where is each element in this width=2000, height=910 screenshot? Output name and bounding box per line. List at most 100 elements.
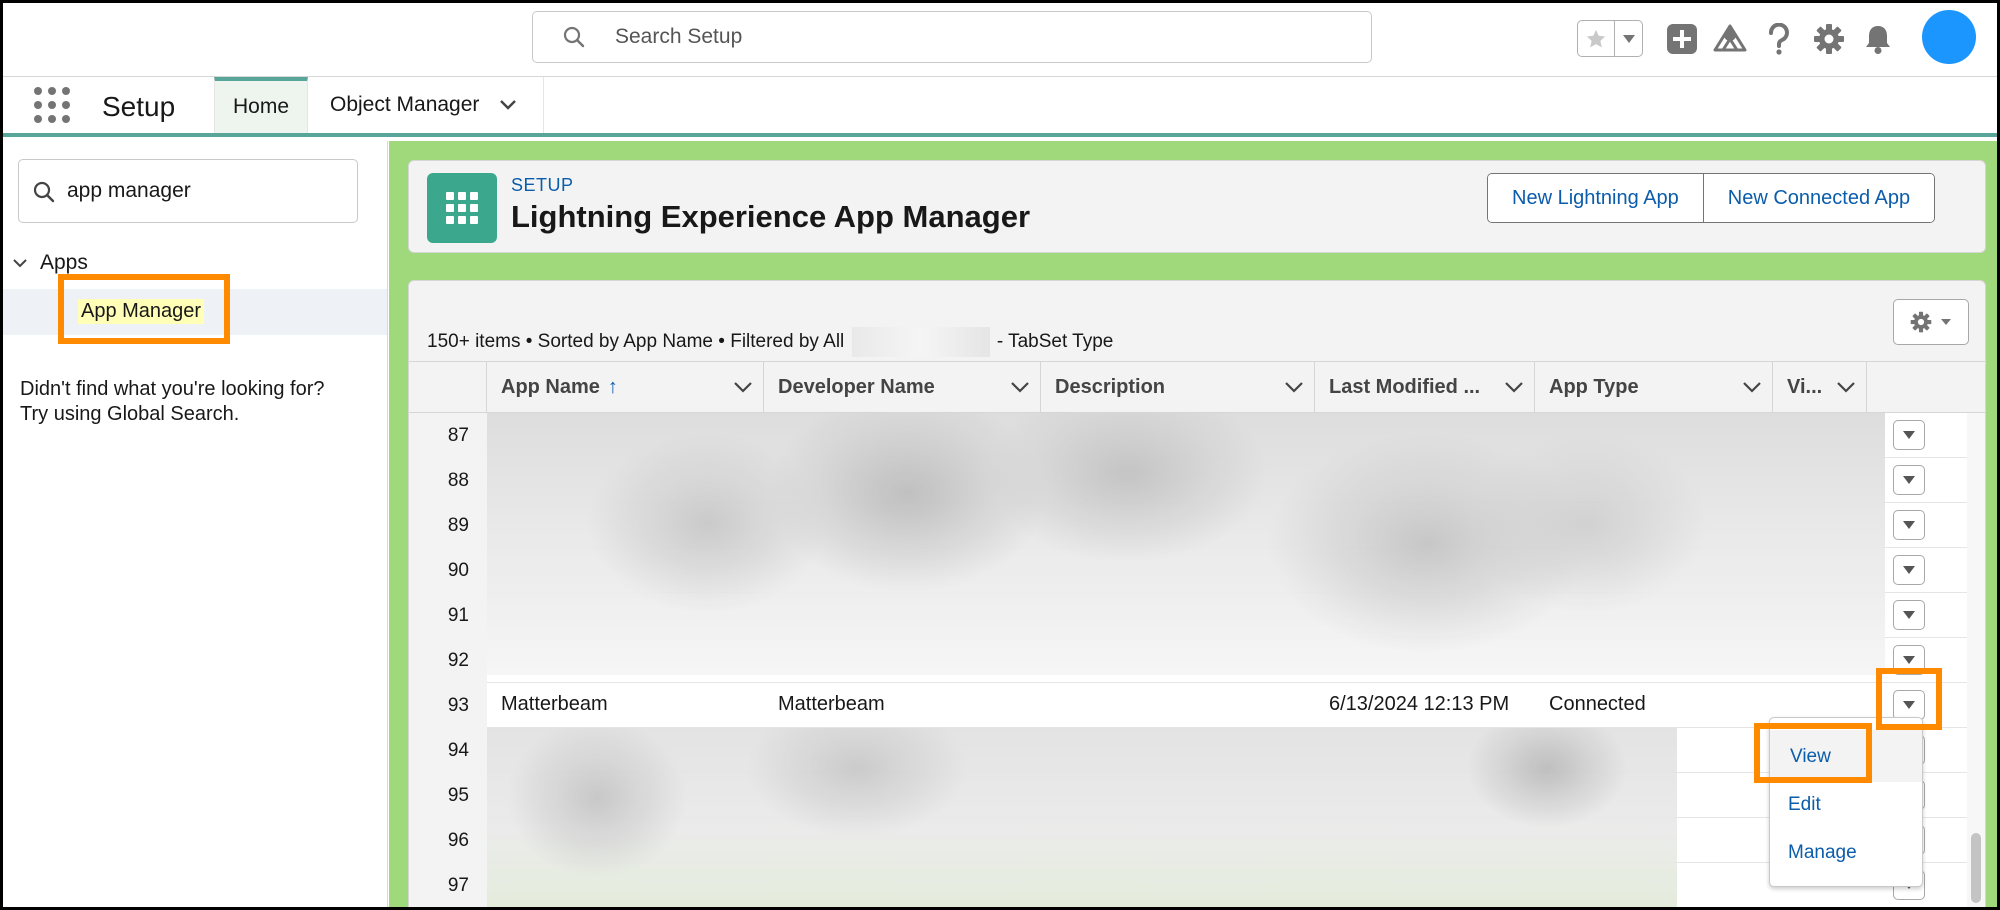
row-number: 96	[409, 818, 487, 863]
search-icon	[33, 181, 55, 208]
chevron-down-icon[interactable]	[1284, 377, 1304, 400]
chevron-down-icon[interactable]	[1504, 377, 1524, 400]
column-header-visible[interactable]: Vi...	[1773, 362, 1867, 412]
page-header-actions: New Lightning App New Connected App	[1487, 173, 1936, 223]
help-button[interactable]	[1760, 20, 1798, 58]
menu-item-edit[interactable]: Edit	[1788, 794, 1821, 816]
table-body: 87 88 89 90 91 92 93 Matterbeam Matterbe…	[409, 413, 1985, 909]
column-header-row-number	[409, 362, 487, 412]
favorites-dropdown-button[interactable]	[1615, 21, 1642, 56]
sidebar-help-text: Didn't find what you're looking for? Try…	[20, 377, 380, 427]
setup-sidebar: Apps App Manager Didn't find what you're…	[0, 141, 388, 910]
column-header-app-name[interactable]: App Name ↑	[487, 362, 764, 412]
chevron-down-icon[interactable]	[733, 377, 753, 400]
page-eyebrow: SETUP	[511, 175, 574, 195]
tab-home[interactable]: Home	[214, 77, 308, 133]
caret-down-icon	[1903, 431, 1915, 439]
cell-last-modified: 6/13/2024 12:13 PM	[1329, 693, 1510, 715]
column-label: Vi...	[1787, 375, 1823, 398]
row-actions-button[interactable]	[1893, 420, 1925, 450]
app-manager-icon	[427, 173, 497, 243]
gear-icon	[1814, 24, 1844, 54]
page-title: Lightning Experience App Manager	[511, 199, 1031, 234]
caret-down-icon	[1903, 566, 1915, 574]
new-connected-app-button[interactable]: New Connected App	[1702, 174, 1935, 222]
list-info-suffix: - TabSet Type	[996, 331, 1114, 353]
row-actions-button[interactable]	[1893, 465, 1925, 495]
global-header	[0, 0, 2000, 77]
caret-down-icon	[1903, 611, 1915, 619]
gear-icon	[1910, 311, 1932, 333]
quick-find-input[interactable]	[67, 174, 337, 208]
global-search-input[interactable]	[615, 18, 1315, 56]
setup-gear-button[interactable]	[1810, 20, 1848, 58]
user-avatar[interactable]	[1922, 10, 1976, 64]
caret-down-icon	[1941, 319, 1951, 325]
row-number: 89	[409, 503, 487, 548]
favorites-star-button[interactable]	[1578, 21, 1615, 56]
cell-developer-name: Matterbeam	[778, 693, 885, 715]
row-number: 87	[409, 413, 487, 458]
trailhead-icon	[1713, 24, 1747, 52]
caret-down-icon	[1622, 34, 1635, 43]
tree-group-apps[interactable]: Apps	[12, 251, 88, 275]
chevron-down-icon[interactable]	[1010, 377, 1030, 400]
column-label: App Type	[1549, 375, 1639, 398]
row-number: 90	[409, 548, 487, 593]
table-header: App Name ↑ Developer Name Description La…	[409, 361, 1985, 413]
notifications-button[interactable]	[1859, 20, 1897, 58]
row-actions-button[interactable]	[1893, 600, 1925, 630]
caret-down-icon	[1903, 656, 1915, 664]
row-actions-button[interactable]	[1893, 555, 1925, 585]
redacted-rows-blur	[487, 728, 1677, 908]
app-list-card: 150+ items • Sorted by App Name • Filter…	[408, 280, 1986, 910]
context-bar: Setup Home Object Manager	[0, 77, 2000, 137]
annotation-highlight-app-manager	[58, 274, 230, 344]
chevron-down-icon[interactable]	[1836, 377, 1856, 400]
row-actions-button[interactable]	[1893, 510, 1925, 540]
row-number: 92	[409, 638, 487, 683]
tree-group-label: Apps	[40, 251, 88, 274]
list-info: 150+ items • Sorted by App Name • Filter…	[427, 327, 1113, 357]
table-scrollbar[interactable]	[1967, 413, 1985, 909]
caret-down-icon	[1903, 521, 1915, 529]
trailhead-guidance-button[interactable]	[1711, 20, 1749, 58]
scrollbar-thumb[interactable]	[1971, 833, 1981, 903]
table-row-matterbeam: 93 Matterbeam Matterbeam 6/13/2024 12:13…	[409, 683, 1969, 728]
tab-object-manager-label: Object Manager	[330, 93, 480, 116]
cell-app-name: Matterbeam	[501, 693, 608, 715]
column-header-developer-name[interactable]: Developer Name	[764, 362, 1041, 412]
global-actions-button[interactable]	[1663, 20, 1701, 58]
global-search-box[interactable]	[532, 11, 1372, 63]
chevron-down-icon	[13, 259, 27, 268]
column-header-description[interactable]: Description	[1041, 362, 1315, 412]
menu-item-manage[interactable]: Manage	[1788, 842, 1857, 864]
annotation-highlight-row-button	[1876, 668, 1942, 730]
redacted-rows-blur	[487, 413, 1885, 675]
app-launcher-waffle-icon[interactable]	[34, 87, 70, 123]
new-lightning-app-button[interactable]: New Lightning App	[1488, 174, 1703, 222]
bell-icon	[1866, 26, 1890, 54]
help-line-1: Didn't find what you're looking for?	[20, 378, 325, 400]
column-header-last-modified[interactable]: Last Modified ...	[1315, 362, 1535, 412]
row-number: 91	[409, 593, 487, 638]
list-settings-button[interactable]	[1893, 299, 1969, 345]
row-number: 97	[409, 863, 487, 908]
redacted-filter	[851, 327, 990, 357]
help-line-2: Try using Global Search.	[20, 403, 240, 425]
column-header-app-type[interactable]: App Type	[1535, 362, 1773, 412]
plus-icon	[1667, 24, 1697, 54]
tab-object-manager[interactable]: Object Manager	[308, 77, 544, 133]
favorites-button-group	[1577, 20, 1643, 57]
quick-find-box[interactable]	[18, 159, 358, 223]
star-icon	[1586, 29, 1606, 47]
chevron-down-icon[interactable]	[1742, 377, 1762, 400]
row-number: 88	[409, 458, 487, 503]
column-label: Description	[1055, 375, 1166, 398]
column-label: Developer Name	[778, 375, 935, 398]
chevron-down-icon[interactable]	[499, 93, 517, 117]
search-icon	[563, 26, 585, 53]
caret-down-icon	[1903, 476, 1915, 484]
tab-home-label: Home	[232, 95, 290, 118]
list-info-prefix: 150+ items • Sorted by App Name • Filter…	[427, 331, 845, 353]
